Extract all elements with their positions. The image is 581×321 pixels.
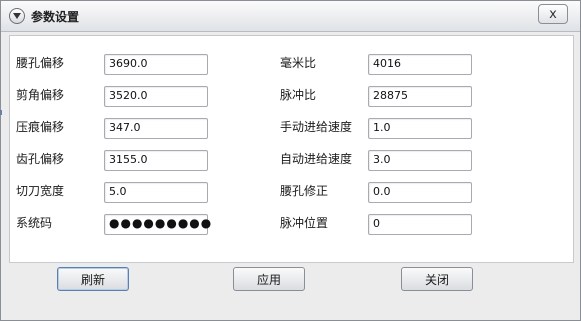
- dialog-title: 参数设置: [31, 10, 80, 24]
- label-mm-ratio: 毫米比: [280, 56, 317, 70]
- label-pulse-position: 脉冲位置: [280, 216, 329, 230]
- label-manual-feed-speed: 手动进给速度: [280, 120, 353, 134]
- close-icon[interactable]: x: [538, 4, 568, 24]
- label-tooth-hole-offset: 齿孔偏移: [16, 152, 65, 166]
- tooth-hole-offset-input[interactable]: 3155.0: [104, 150, 208, 171]
- label-system-code: 系统码: [16, 216, 53, 230]
- window-edge-marker: [0, 110, 2, 115]
- label-waist-hole-offset: 腰孔偏移: [16, 56, 65, 70]
- manual-feed-speed-input[interactable]: 1.0: [368, 118, 472, 139]
- crease-offset-input[interactable]: 347.0: [104, 118, 208, 139]
- corner-cut-offset-input[interactable]: 3520.0: [104, 86, 208, 107]
- label-cutter-width: 切刀宽度: [16, 184, 65, 198]
- cutter-width-input[interactable]: 5.0: [104, 182, 208, 203]
- refresh-button[interactable]: 刷新: [57, 267, 129, 291]
- waist-hole-correction-input[interactable]: 0.0: [368, 182, 472, 203]
- label-corner-cut-offset: 剪角偏移: [16, 88, 65, 102]
- label-crease-offset: 压痕偏移: [16, 120, 65, 134]
- close-button[interactable]: 关闭: [401, 267, 473, 291]
- pulse-ratio-input[interactable]: 28875: [368, 86, 472, 107]
- auto-feed-speed-input[interactable]: 3.0: [368, 150, 472, 171]
- system-code-password-input[interactable]: ●●●●●●●●●: [104, 214, 211, 235]
- settings-dialog: 参数设置 x 腰孔偏移 3690.0 剪角偏移 3520.0 压痕偏移 347.…: [0, 0, 581, 321]
- apply-button[interactable]: 应用: [233, 267, 305, 291]
- mm-ratio-input[interactable]: 4016: [368, 54, 472, 75]
- divider: [9, 262, 572, 263]
- chevron-down-icon[interactable]: [9, 8, 25, 24]
- label-auto-feed-speed: 自动进给速度: [280, 152, 353, 166]
- pulse-position-input[interactable]: 0: [368, 214, 472, 235]
- label-pulse-ratio: 脉冲比: [280, 88, 317, 102]
- title-bar[interactable]: 参数设置 x: [1, 1, 580, 32]
- parameters-panel: 腰孔偏移 3690.0 剪角偏移 3520.0 压痕偏移 347.0 齿孔偏移 …: [9, 35, 574, 263]
- waist-hole-offset-input[interactable]: 3690.0: [104, 54, 208, 75]
- label-waist-hole-correction: 腰孔修正: [280, 184, 329, 198]
